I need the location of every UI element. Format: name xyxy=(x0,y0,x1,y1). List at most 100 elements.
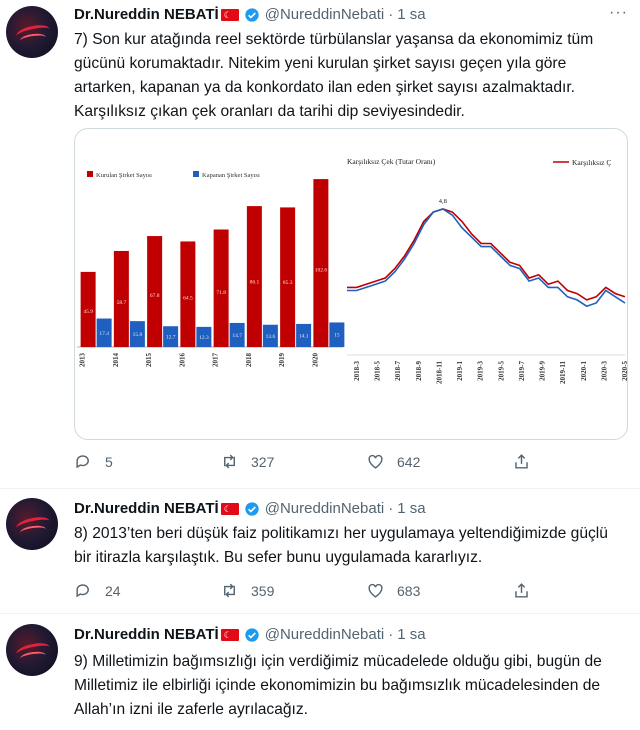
data-label-closed-2019: 14.1 xyxy=(299,333,309,339)
data-label-closed-2020: 15 xyxy=(334,333,340,339)
retweet-button[interactable]: 359 xyxy=(220,581,366,600)
bar-founded-2020 xyxy=(313,179,329,347)
bar-founded-2018 xyxy=(246,206,262,347)
author-handle[interactable]: @NureddinNebati xyxy=(265,500,384,517)
tick-label-2018-7: 2018-7 xyxy=(394,361,402,381)
bar-founded-2017 xyxy=(213,229,229,347)
tweet-8[interactable]: Dr.Nureddin NEBATİ ☾ @NureddinNebati · 1… xyxy=(0,489,640,609)
timestamp[interactable]: 1 sa xyxy=(397,626,425,643)
line-chart-title: Karşılıksız Çek (Tutar Oranı) xyxy=(347,157,436,166)
tweet-actions: 5 327 642 xyxy=(74,452,640,471)
like-count: 683 xyxy=(397,582,421,599)
tick-label-2020: 2020 xyxy=(311,353,319,368)
tick-label-2019: 2019 xyxy=(278,353,286,368)
legend-label-red: Karşılıksız Ç xyxy=(572,158,611,167)
tweet-9[interactable]: Dr.Nureddin NEBATİ ☾ @NureddinNebati · 1… xyxy=(0,614,640,730)
verified-badge-icon xyxy=(245,7,259,22)
tick-label-2018: 2018 xyxy=(245,353,253,368)
share-icon xyxy=(515,583,528,598)
data-label-founded-2020: 102.6 xyxy=(315,267,328,273)
tick-label-2015: 2015 xyxy=(145,353,153,368)
share-icon xyxy=(515,454,528,469)
data-label-founded-2019: 85.3 xyxy=(283,280,293,286)
like-button[interactable]: 642 xyxy=(366,452,512,471)
author-handle[interactable]: @NureddinNebati xyxy=(265,6,384,23)
tweet-7[interactable]: Dr.Nureddin NEBATİ ☾ @NureddinNebati · 1… xyxy=(0,0,640,488)
share-button[interactable] xyxy=(512,581,640,600)
reply-button[interactable]: 24 xyxy=(74,581,220,600)
turkish-flag-icon: ☾ xyxy=(220,628,239,641)
separator-dot: · xyxy=(388,500,394,517)
data-label-closed-2016: 12.3 xyxy=(199,335,209,341)
like-count: 642 xyxy=(397,453,421,470)
tweet-media-charts[interactable]: Kurulan Şirket Sayısı Kapanan Şirket Sayı… xyxy=(74,128,628,440)
author-name[interactable]: Dr.Nureddin NEBATİ xyxy=(74,626,219,643)
author-name[interactable]: Dr.Nureddin NEBATİ xyxy=(74,6,219,23)
author-name[interactable]: Dr.Nureddin NEBATİ xyxy=(74,500,219,517)
avatar[interactable] xyxy=(6,624,58,676)
tick-label-2019-1: 2019-1 xyxy=(456,361,464,381)
tick-label-2014: 2014 xyxy=(112,353,120,368)
legend-label-founded: Kurulan Şirket Sayısı xyxy=(96,172,152,179)
tweet-header: Dr.Nureddin NEBATİ ☾ @NureddinNebati · 1… xyxy=(74,500,426,517)
tweet-header: Dr.Nureddin NEBATİ ☾ @NureddinNebati · 1… xyxy=(74,6,426,23)
tick-label-2019-9: 2019-9 xyxy=(539,361,547,381)
data-label-founded-2015: 67.8 xyxy=(150,293,160,299)
more-options-icon[interactable]: ··· xyxy=(609,4,628,22)
tick-label-2019-5: 2019-5 xyxy=(497,361,505,381)
data-label-closed-2017: 14.7 xyxy=(232,333,242,339)
reply-button[interactable]: 5 xyxy=(74,452,220,471)
bar-founded-2015 xyxy=(147,236,163,347)
tweet-text: 7) Son kur atağında reel sektörde türbül… xyxy=(74,31,594,120)
bar-founded-2016 xyxy=(180,241,196,347)
data-label-founded-2017: 71.8 xyxy=(216,290,226,296)
share-button[interactable] xyxy=(512,452,640,471)
reply-count: 5 xyxy=(105,453,113,470)
avatar[interactable] xyxy=(6,6,58,58)
retweet-icon xyxy=(224,583,235,598)
tick-label-2018-5: 2018-5 xyxy=(374,361,382,381)
peak-data-label: 4,8 xyxy=(439,198,447,205)
retweet-button[interactable]: 327 xyxy=(220,452,366,471)
tick-label-2018-3: 2018-3 xyxy=(353,361,361,381)
retweet-icon xyxy=(224,454,235,469)
legend-label-closed: Kapanan Şirket Sayısı xyxy=(202,172,260,179)
reply-icon xyxy=(76,455,89,469)
legend-swatch-closed xyxy=(193,171,199,177)
verified-badge-icon xyxy=(245,501,259,516)
timestamp[interactable]: 1 sa xyxy=(397,500,425,517)
verified-badge-icon xyxy=(245,627,259,642)
tick-label-2019-11: 2019-11 xyxy=(559,361,567,384)
timestamp[interactable]: 1 sa xyxy=(397,6,425,23)
tick-label-2018-11: 2018-11 xyxy=(435,361,443,384)
bar-chart: Kurulan Şirket Sayısı Kapanan Şirket Sayı… xyxy=(77,171,345,368)
legend-swatch-founded xyxy=(87,171,93,177)
tick-label-2017: 2017 xyxy=(212,353,220,368)
tweet-text: 8) 2013’ten beri düşük faiz politikamızı… xyxy=(74,525,608,566)
avatar[interactable] xyxy=(6,498,58,550)
heart-icon xyxy=(368,583,383,598)
tweet-actions: 24 359 683 xyxy=(74,581,640,600)
line-chart: Karşılıksız Çek (Tutar Oranı) Karşılıksız… xyxy=(347,157,627,384)
retweet-count: 359 xyxy=(251,582,275,599)
separator-dot: · xyxy=(388,626,394,643)
data-label-founded-2013: 45.9 xyxy=(83,309,93,315)
data-label-closed-2013: 17.4 xyxy=(99,331,109,337)
series-line-red xyxy=(347,208,626,301)
tick-label-2018-9: 2018-9 xyxy=(415,361,423,381)
data-label-founded-2016: 64.5 xyxy=(183,296,193,302)
tick-label-2020-1: 2020-1 xyxy=(580,361,588,381)
heart-icon xyxy=(368,454,383,469)
reply-count: 24 xyxy=(105,582,121,599)
turkish-flag-icon: ☾ xyxy=(220,8,239,21)
tick-label-2020-5: 2020-5 xyxy=(621,361,627,381)
tick-label-2019-7: 2019-7 xyxy=(518,361,526,381)
author-handle[interactable]: @NureddinNebati xyxy=(265,626,384,643)
data-label-founded-2018: 86.1 xyxy=(250,280,260,286)
separator-dot: · xyxy=(388,6,394,23)
bar-founded-2019 xyxy=(280,207,296,347)
like-button[interactable]: 683 xyxy=(366,581,512,600)
data-label-closed-2018: 13.6 xyxy=(266,334,276,340)
series-line-blue xyxy=(347,208,626,308)
tick-label-2013: 2013 xyxy=(79,353,87,368)
